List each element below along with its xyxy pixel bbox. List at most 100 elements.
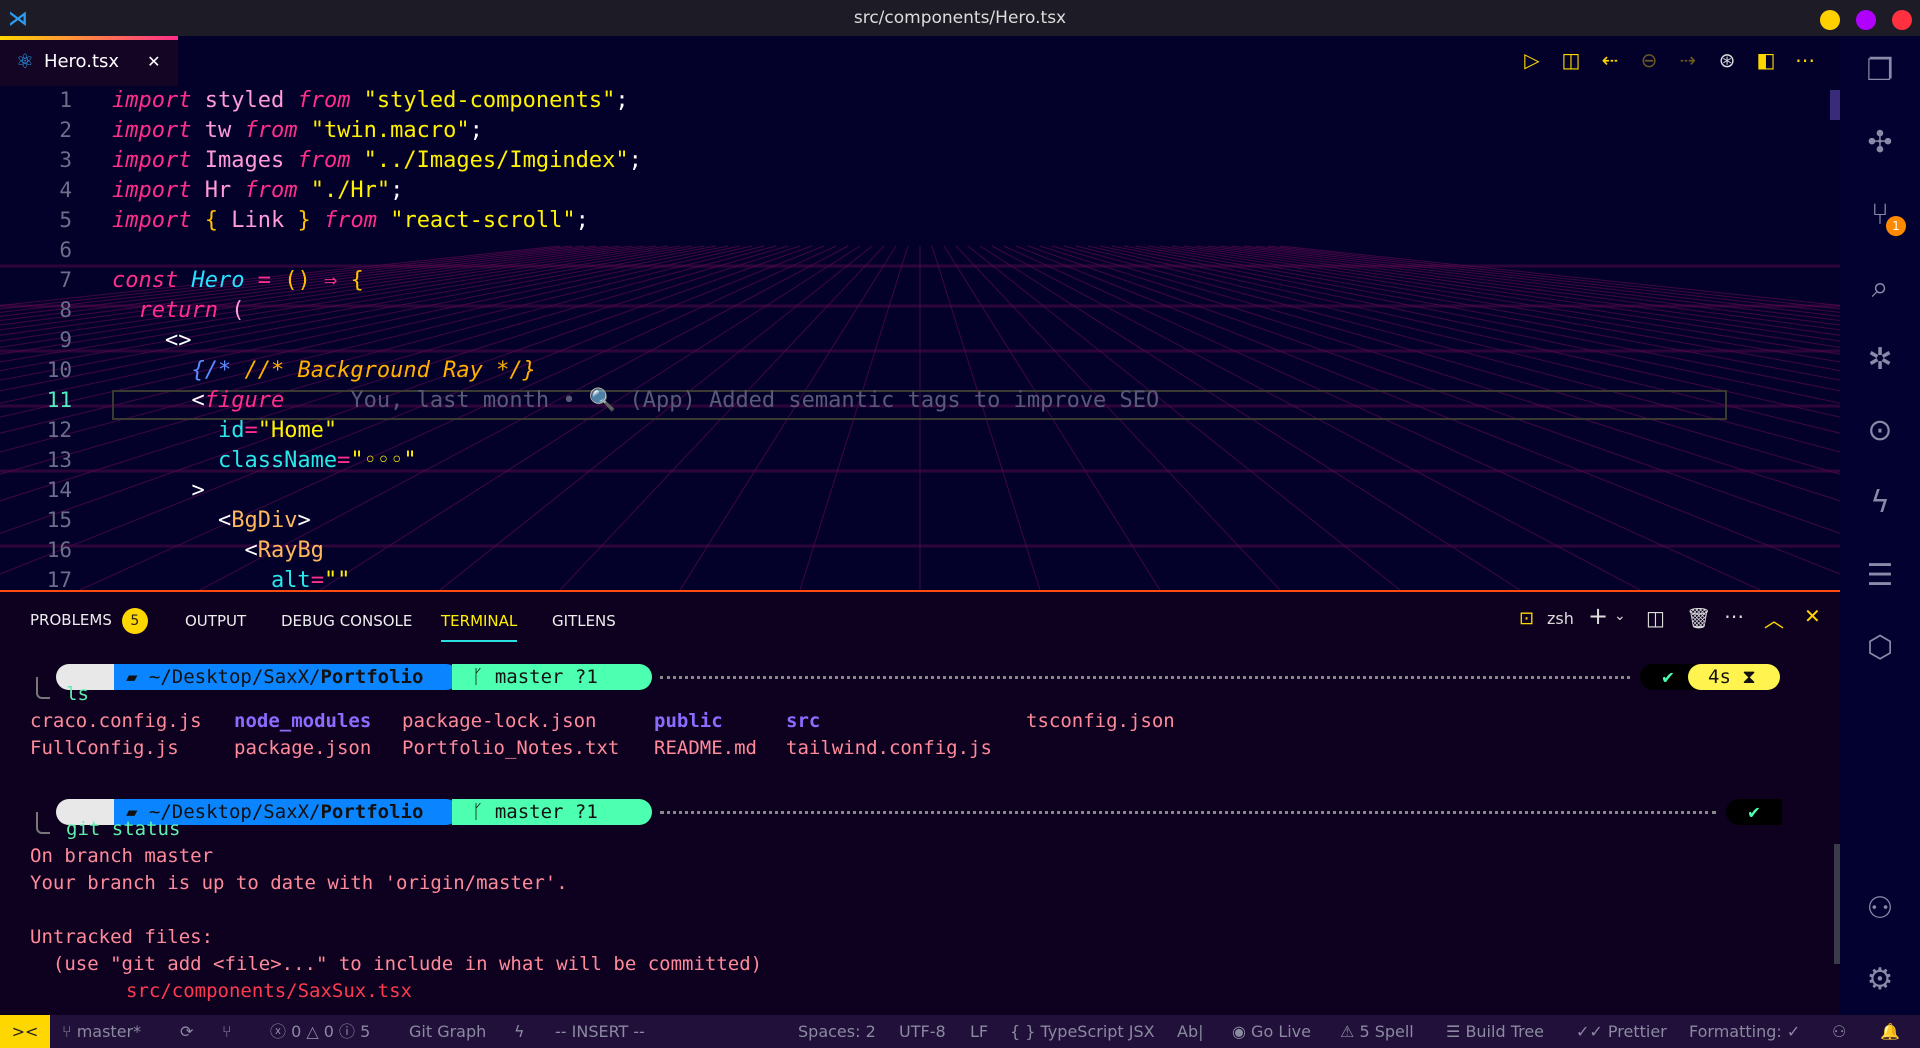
maximize-button[interactable]: [1856, 10, 1876, 30]
minimize-button[interactable]: [1820, 10, 1840, 30]
code-line[interactable]: {/* //* Background Ray */}: [112, 358, 535, 383]
file-entry[interactable]: craco.config.js: [30, 708, 202, 735]
close-window-button[interactable]: [1892, 10, 1912, 30]
account-icon[interactable]: ⚇: [1860, 889, 1900, 929]
lightning-icon[interactable]: ϟ: [1860, 483, 1900, 523]
errors-count: 0: [291, 1022, 302, 1041]
prettier-status[interactable]: ✓✓ Prettier: [1576, 1015, 1667, 1048]
git-graph-icon[interactable]: ⊙: [1860, 411, 1900, 451]
code-line[interactable]: >: [112, 478, 204, 503]
code-line[interactable]: <RayBg: [112, 538, 324, 563]
more-icon[interactable]: ⋯: [1724, 604, 1744, 628]
sync-icon[interactable]: ⟳: [180, 1015, 193, 1048]
new-terminal-icon[interactable]: +: [1588, 602, 1608, 630]
explorer-icon[interactable]: ❐: [1860, 51, 1900, 91]
code-line[interactable]: import tw from "twin.macro";: [112, 118, 483, 143]
next-change-icon[interactable]: ⇢: [1676, 48, 1700, 72]
spell-status[interactable]: ⚠ 5 Spell: [1340, 1015, 1414, 1048]
file-entry[interactable]: package-lock.json: [402, 708, 596, 735]
file-entry[interactable]: README.md: [654, 735, 757, 762]
code-line[interactable]: import Hr from "./Hr";: [112, 178, 403, 203]
code-line[interactable]: <>: [112, 328, 192, 353]
problems-status[interactable]: ⓧ 0 △ 0 ⓘ 5: [270, 1015, 370, 1048]
split-terminal-icon[interactable]: ◫: [1646, 606, 1665, 630]
minimap-slider[interactable]: [1830, 90, 1840, 120]
file-entry[interactable]: Portfolio_Notes.txt: [402, 735, 619, 762]
tab-gitlens[interactable]: GITLENS: [552, 612, 616, 630]
file-entry[interactable]: src: [786, 708, 820, 735]
line-number: 10: [46, 358, 72, 382]
line-number: 14: [46, 478, 72, 502]
go-live-button[interactable]: ◉ Go Live: [1232, 1015, 1311, 1048]
code-line[interactable]: id="Home": [112, 418, 337, 443]
terminal-scrollbar[interactable]: [1834, 844, 1840, 964]
code-line[interactable]: import { Link } from "react-scroll";: [112, 208, 589, 233]
tab-label: Hero.tsx: [43, 50, 120, 72]
tab-terminal[interactable]: TERMINAL: [441, 612, 518, 642]
tab-hero-tsx[interactable]: ⚛ Hero.tsx ✕: [0, 36, 178, 86]
file-entry[interactable]: package.json: [234, 735, 371, 762]
git-graph-status[interactable]: Git Graph: [409, 1015, 486, 1048]
code-line[interactable]: import styled from "styled-components";: [112, 88, 629, 113]
gear-icon[interactable]: ⚙: [1860, 960, 1900, 1000]
more-icon[interactable]: ⋯: [1793, 48, 1817, 72]
branch-button[interactable]: ⑂ master*: [62, 1015, 141, 1048]
file-entry[interactable]: public: [654, 708, 723, 735]
open-changes-icon[interactable]: ◫: [1559, 48, 1583, 72]
code-token: ;: [390, 178, 404, 203]
timeline-icon[interactable]: ⊖: [1637, 48, 1661, 72]
indentation-status[interactable]: Spaces: 2: [798, 1015, 876, 1048]
git-icon[interactable]: ⑂: [222, 1015, 232, 1048]
build-tree-button[interactable]: ☰ Build Tree: [1446, 1015, 1544, 1048]
shell-name[interactable]: zsh: [1547, 609, 1574, 628]
eol-status[interactable]: LF: [970, 1015, 988, 1048]
close-panel-icon[interactable]: ✕: [1804, 604, 1821, 628]
encoding-status[interactable]: UTF-8: [899, 1015, 946, 1048]
previous-change-icon[interactable]: ⇠: [1598, 48, 1622, 72]
run-icon[interactable]: ▷: [1520, 48, 1544, 72]
bell-icon[interactable]: 🔔: [1880, 1015, 1900, 1048]
tab-close-icon[interactable]: ✕: [147, 52, 160, 71]
code-token: id: [112, 418, 245, 443]
extensions-icon[interactable]: ✣: [1860, 123, 1900, 163]
file-entry[interactable]: node_modules: [234, 708, 371, 735]
go-live-label: Go Live: [1251, 1022, 1311, 1041]
line-number: 8: [59, 298, 72, 322]
code-editor[interactable]: 1 import styled from "styled-components";…: [0, 86, 1840, 590]
code-line[interactable]: const Hero = () ⇒ {: [112, 268, 364, 293]
search-icon[interactable]: ⌕: [1860, 268, 1900, 308]
code-line[interactable]: <figure You, last month • 🔍 (App) Added …: [112, 388, 1159, 413]
code-token: (: [231, 298, 245, 323]
code-line[interactable]: alt="": [112, 568, 351, 590]
hexagon-icon[interactable]: ⬡: [1860, 628, 1900, 668]
code-token: tw: [191, 118, 245, 143]
terminal-output: (use "git add <file>..." to include in w…: [30, 953, 763, 975]
debug-icon[interactable]: ✲: [1860, 340, 1900, 380]
file-entry[interactable]: tsconfig.json: [1026, 708, 1175, 735]
split-editor-icon[interactable]: ◧: [1754, 48, 1778, 72]
file-entry[interactable]: FullConfig.js: [30, 735, 179, 762]
trash-icon[interactable]: 🗑: [1686, 606, 1711, 630]
formatting-status[interactable]: Formatting: ✓: [1689, 1015, 1800, 1048]
tab-debug-console[interactable]: DEBUG CONSOLE: [281, 612, 412, 630]
chevron-down-icon[interactable]: ⌄: [1614, 608, 1626, 624]
untracked-file[interactable]: src/components/SaxSux.tsx: [126, 978, 412, 1005]
problems-badge: 5: [121, 608, 148, 634]
accounts-icon[interactable]: ⚇: [1832, 1015, 1846, 1048]
outline-icon[interactable]: ☰: [1860, 556, 1900, 596]
language-status[interactable]: { } TypeScript JSX: [1010, 1015, 1155, 1048]
code-line[interactable]: <BgDiv>: [112, 508, 311, 533]
maximize-panel-icon[interactable]: ︿: [1764, 604, 1784, 633]
remote-button[interactable]: ><: [0, 1015, 50, 1048]
lightning-icon[interactable]: ϟ: [514, 1015, 525, 1048]
tab-output[interactable]: OUTPUT: [185, 612, 246, 630]
code-token: Hero: [191, 268, 245, 293]
code-line[interactable]: className="◦◦◦": [112, 448, 417, 473]
spell-mode-status[interactable]: Ab|: [1177, 1015, 1204, 1048]
file-entry[interactable]: tailwind.config.js: [786, 735, 992, 762]
code-line[interactable]: return (: [112, 298, 244, 323]
code-line[interactable]: import Images from "../Images/Imgindex";: [112, 148, 642, 173]
git-graph-icon[interactable]: ⊛: [1715, 48, 1739, 72]
path-bold: Portfolio: [320, 666, 424, 688]
tab-problems[interactable]: PROBLEMS 5: [30, 608, 148, 634]
